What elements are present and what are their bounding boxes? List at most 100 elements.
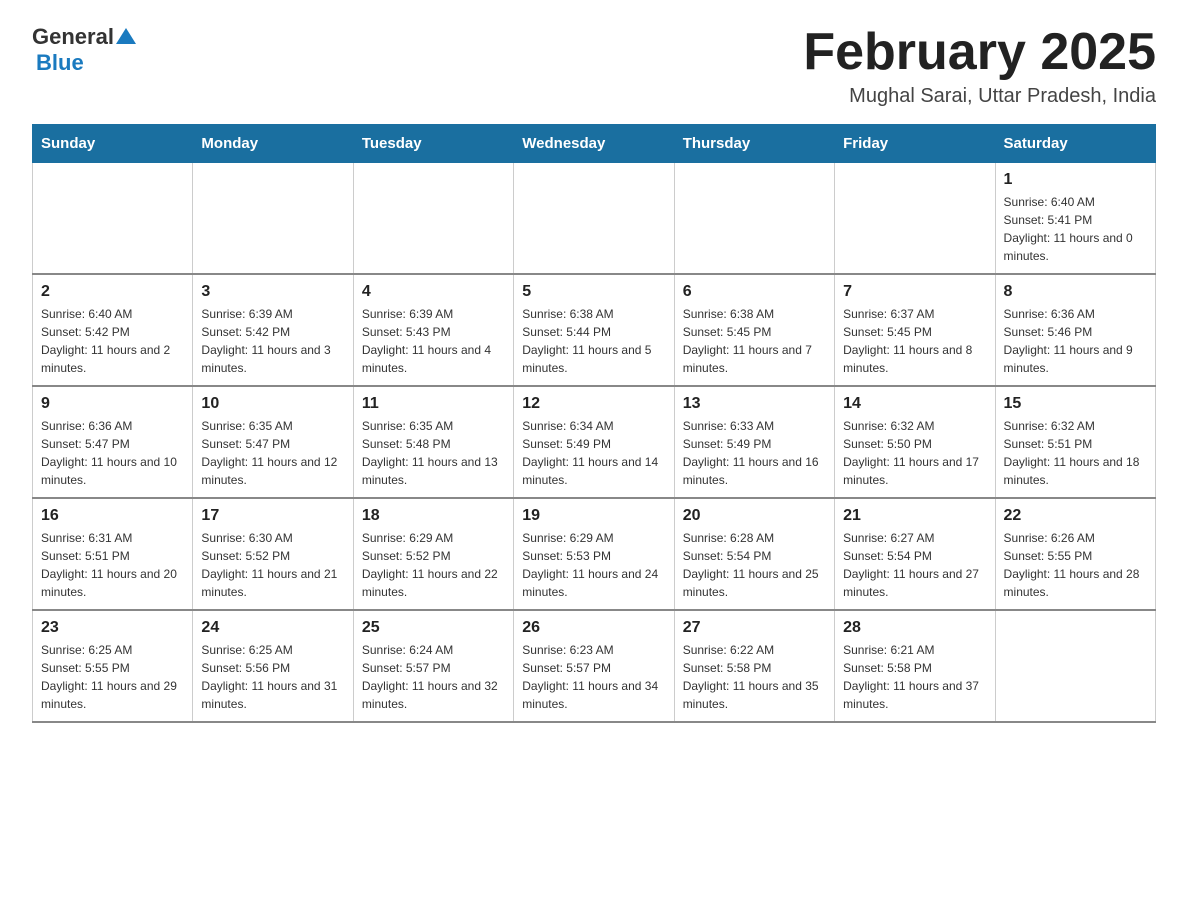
day-number: 2 bbox=[41, 283, 184, 301]
day-info: Sunrise: 6:38 AMSunset: 5:45 PMDaylight:… bbox=[683, 305, 826, 377]
calendar-cell: 6 Sunrise: 6:38 AMSunset: 5:45 PMDaylight… bbox=[674, 274, 834, 386]
day-info: Sunrise: 6:35 AMSunset: 5:47 PMDaylight:… bbox=[201, 417, 344, 489]
calendar-cell: 28 Sunrise: 6:21 AMSunset: 5:58 PMDayligh… bbox=[835, 610, 995, 722]
calendar-cell: 4 Sunrise: 6:39 AMSunset: 5:43 PMDaylight… bbox=[353, 274, 513, 386]
day-info: Sunrise: 6:36 AMSunset: 5:46 PMDaylight:… bbox=[1004, 305, 1147, 377]
day-number: 27 bbox=[683, 619, 826, 637]
calendar-cell: 13 Sunrise: 6:33 AMSunset: 5:49 PMDayligh… bbox=[674, 386, 834, 498]
day-number: 17 bbox=[201, 507, 344, 525]
day-number: 18 bbox=[362, 507, 505, 525]
logo: General Blue bbox=[32, 24, 136, 76]
weekday-header-wednesday: Wednesday bbox=[514, 125, 674, 163]
day-number: 4 bbox=[362, 283, 505, 301]
day-info: Sunrise: 6:24 AMSunset: 5:57 PMDaylight:… bbox=[362, 641, 505, 713]
calendar-cell: 27 Sunrise: 6:22 AMSunset: 5:58 PMDayligh… bbox=[674, 610, 834, 722]
day-info: Sunrise: 6:32 AMSunset: 5:51 PMDaylight:… bbox=[1004, 417, 1147, 489]
calendar-cell: 12Sunrise: 6:34 AMSunset: 5:49 PMDayligh… bbox=[514, 386, 674, 498]
calendar-cell: 1Sunrise: 6:40 AMSunset: 5:41 PMDaylight… bbox=[995, 163, 1155, 275]
calendar-cell: 11 Sunrise: 6:35 AMSunset: 5:48 PMDayligh… bbox=[353, 386, 513, 498]
calendar-cell: 18 Sunrise: 6:29 AMSunset: 5:52 PMDayligh… bbox=[353, 498, 513, 610]
day-number: 19 bbox=[522, 507, 665, 525]
day-info: Sunrise: 6:31 AMSunset: 5:51 PMDaylight:… bbox=[41, 529, 184, 601]
day-info: Sunrise: 6:25 AMSunset: 5:55 PMDaylight:… bbox=[41, 641, 184, 713]
calendar-cell bbox=[353, 163, 513, 275]
day-number: 25 bbox=[362, 619, 505, 637]
weekday-header-row: SundayMondayTuesdayWednesdayThursdayFrid… bbox=[33, 125, 1156, 163]
calendar-cell: 17 Sunrise: 6:30 AMSunset: 5:52 PMDayligh… bbox=[193, 498, 353, 610]
day-number: 8 bbox=[1004, 283, 1147, 301]
calendar-week-row: 16 Sunrise: 6:31 AMSunset: 5:51 PMDayligh… bbox=[33, 498, 1156, 610]
day-number: 21 bbox=[843, 507, 986, 525]
day-info: Sunrise: 6:33 AMSunset: 5:49 PMDaylight:… bbox=[683, 417, 826, 489]
day-number: 3 bbox=[201, 283, 344, 301]
calendar-cell: 7 Sunrise: 6:37 AMSunset: 5:45 PMDaylight… bbox=[835, 274, 995, 386]
day-number: 9 bbox=[41, 395, 184, 413]
day-number: 22 bbox=[1004, 507, 1147, 525]
day-number: 7 bbox=[843, 283, 986, 301]
calendar-cell: 24 Sunrise: 6:25 AMSunset: 5:56 PMDayligh… bbox=[193, 610, 353, 722]
calendar-cell: 25 Sunrise: 6:24 AMSunset: 5:57 PMDayligh… bbox=[353, 610, 513, 722]
logo-general-text: General bbox=[32, 24, 114, 50]
day-info: Sunrise: 6:28 AMSunset: 5:54 PMDaylight:… bbox=[683, 529, 826, 601]
calendar-cell: 22 Sunrise: 6:26 AMSunset: 5:55 PMDayligh… bbox=[995, 498, 1155, 610]
day-info: Sunrise: 6:22 AMSunset: 5:58 PMDaylight:… bbox=[683, 641, 826, 713]
calendar-cell: 23 Sunrise: 6:25 AMSunset: 5:55 PMDayligh… bbox=[33, 610, 193, 722]
title-area: February 2025 Mughal Sarai, Uttar Prades… bbox=[803, 24, 1156, 108]
day-number: 11 bbox=[362, 395, 505, 413]
calendar-cell bbox=[33, 163, 193, 275]
calendar-cell: 20 Sunrise: 6:28 AMSunset: 5:54 PMDayligh… bbox=[674, 498, 834, 610]
day-info: Sunrise: 6:27 AMSunset: 5:54 PMDaylight:… bbox=[843, 529, 986, 601]
calendar-table: SundayMondayTuesdayWednesdayThursdayFrid… bbox=[32, 124, 1156, 723]
day-number: 6 bbox=[683, 283, 826, 301]
location-title: Mughal Sarai, Uttar Pradesh, India bbox=[803, 85, 1156, 108]
weekday-header-friday: Friday bbox=[835, 125, 995, 163]
day-number: 23 bbox=[41, 619, 184, 637]
calendar-cell: 16 Sunrise: 6:31 AMSunset: 5:51 PMDayligh… bbox=[33, 498, 193, 610]
day-info: Sunrise: 6:40 AMSunset: 5:41 PMDaylight:… bbox=[1004, 193, 1147, 265]
day-number: 16 bbox=[41, 507, 184, 525]
calendar-week-row: 9Sunrise: 6:36 AMSunset: 5:47 PMDaylight… bbox=[33, 386, 1156, 498]
calendar-cell: 8 Sunrise: 6:36 AMSunset: 5:46 PMDaylight… bbox=[995, 274, 1155, 386]
month-title: February 2025 bbox=[803, 24, 1156, 81]
day-info: Sunrise: 6:29 AMSunset: 5:53 PMDaylight:… bbox=[522, 529, 665, 601]
calendar-cell: 2Sunrise: 6:40 AMSunset: 5:42 PMDaylight… bbox=[33, 274, 193, 386]
day-number: 14 bbox=[843, 395, 986, 413]
weekday-header-sunday: Sunday bbox=[33, 125, 193, 163]
calendar-cell bbox=[835, 163, 995, 275]
day-info: Sunrise: 6:21 AMSunset: 5:58 PMDaylight:… bbox=[843, 641, 986, 713]
weekday-header-monday: Monday bbox=[193, 125, 353, 163]
calendar-cell: 9Sunrise: 6:36 AMSunset: 5:47 PMDaylight… bbox=[33, 386, 193, 498]
day-info: Sunrise: 6:26 AMSunset: 5:55 PMDaylight:… bbox=[1004, 529, 1147, 601]
weekday-header-tuesday: Tuesday bbox=[353, 125, 513, 163]
day-number: 5 bbox=[522, 283, 665, 301]
day-number: 15 bbox=[1004, 395, 1147, 413]
calendar-week-row: 2Sunrise: 6:40 AMSunset: 5:42 PMDaylight… bbox=[33, 274, 1156, 386]
logo-triangle-icon bbox=[116, 28, 136, 44]
logo-blue-text: Blue bbox=[36, 50, 84, 75]
calendar-cell: 15 Sunrise: 6:32 AMSunset: 5:51 PMDayligh… bbox=[995, 386, 1155, 498]
day-number: 20 bbox=[683, 507, 826, 525]
day-number: 13 bbox=[683, 395, 826, 413]
calendar-week-row: 1Sunrise: 6:40 AMSunset: 5:41 PMDaylight… bbox=[33, 163, 1156, 275]
day-info: Sunrise: 6:32 AMSunset: 5:50 PMDaylight:… bbox=[843, 417, 986, 489]
calendar-cell: 10Sunrise: 6:35 AMSunset: 5:47 PMDayligh… bbox=[193, 386, 353, 498]
day-number: 28 bbox=[843, 619, 986, 637]
day-info: Sunrise: 6:39 AMSunset: 5:43 PMDaylight:… bbox=[362, 305, 505, 377]
day-number: 24 bbox=[201, 619, 344, 637]
logo-text: General bbox=[32, 24, 136, 50]
calendar-cell: 21 Sunrise: 6:27 AMSunset: 5:54 PMDayligh… bbox=[835, 498, 995, 610]
day-info: Sunrise: 6:25 AMSunset: 5:56 PMDaylight:… bbox=[201, 641, 344, 713]
calendar-cell: 3Sunrise: 6:39 AMSunset: 5:42 PMDaylight… bbox=[193, 274, 353, 386]
calendar-cell: 14 Sunrise: 6:32 AMSunset: 5:50 PMDayligh… bbox=[835, 386, 995, 498]
day-info: Sunrise: 6:29 AMSunset: 5:52 PMDaylight:… bbox=[362, 529, 505, 601]
calendar-cell: 26Sunrise: 6:23 AMSunset: 5:57 PMDayligh… bbox=[514, 610, 674, 722]
calendar-cell bbox=[514, 163, 674, 275]
calendar-week-row: 23 Sunrise: 6:25 AMSunset: 5:55 PMDayligh… bbox=[33, 610, 1156, 722]
day-info: Sunrise: 6:30 AMSunset: 5:52 PMDaylight:… bbox=[201, 529, 344, 601]
calendar-cell bbox=[995, 610, 1155, 722]
weekday-header-saturday: Saturday bbox=[995, 125, 1155, 163]
day-info: Sunrise: 6:37 AMSunset: 5:45 PMDaylight:… bbox=[843, 305, 986, 377]
day-info: Sunrise: 6:35 AMSunset: 5:48 PMDaylight:… bbox=[362, 417, 505, 489]
header: General Blue February 2025 Mughal Sarai,… bbox=[32, 24, 1156, 108]
weekday-header-thursday: Thursday bbox=[674, 125, 834, 163]
